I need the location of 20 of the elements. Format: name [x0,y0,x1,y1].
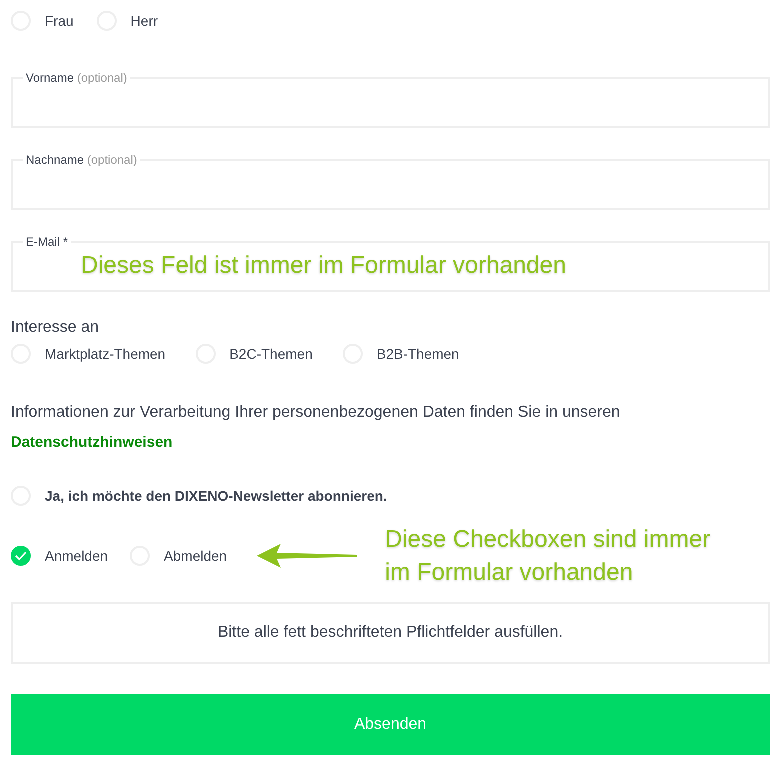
option-label: Ja, ich möchte den DIXENO-Newsletter abonnieren. [45,488,388,504]
option-label: Anmelden [45,548,108,564]
field-label: E-Mail * [23,235,72,249]
option-label: B2C-Themen [230,346,313,362]
check-icon [15,551,27,561]
arrow-icon [257,544,358,568]
option-label: Herr [130,13,158,29]
notice-text: Bitte alle fett beschrifteten Pflichtfelder ausfüllen. [11,602,770,664]
field-label: Nachname (optional) [23,153,140,167]
checkbox[interactable] [11,546,31,566]
annotation-text: Diese Checkboxen sind immer im Formular vorhanden [385,525,712,588]
field-label: Vorname (optional) [23,71,130,85]
privacy-text: Informationen zur Verarbeitung Ihrer personenbezogenen Daten finden Sie in unseren [11,404,622,422]
option-label: Abmelden [164,548,228,564]
annotation-text: Dieses Feld ist immer im Formular vorhanden [81,252,566,280]
option-label: B2B-Themen [376,346,460,362]
option-label: Frau [45,13,74,29]
privacy-link[interactable]: Datenschutzhinweisen [11,434,173,451]
option-label: Marktplatz-Themen [45,346,166,362]
section-title: Interesse an [11,319,100,337]
